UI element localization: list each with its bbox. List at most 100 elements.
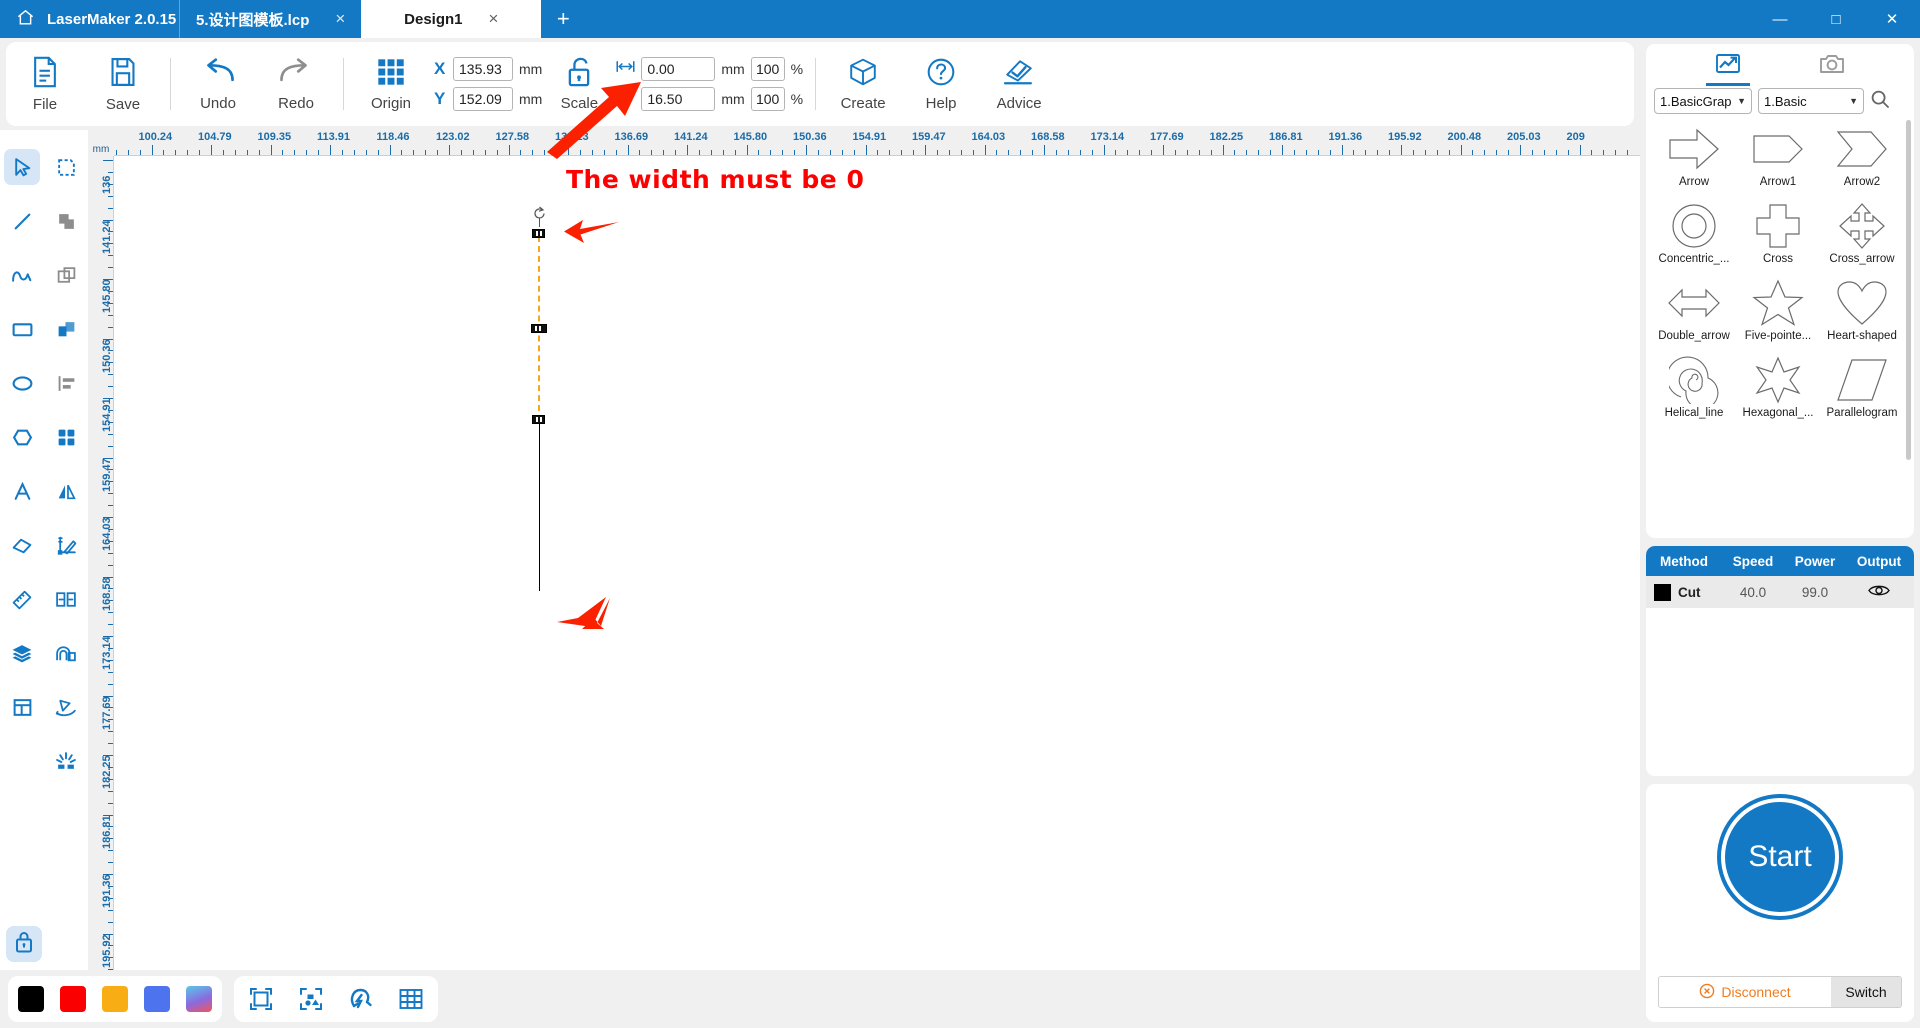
rotate-handle-icon[interactable] <box>532 206 547 221</box>
width-input[interactable]: 0.00 <box>641 57 716 81</box>
grid-icon[interactable] <box>394 982 428 1016</box>
shape-item[interactable]: Cross <box>1736 199 1820 276</box>
chevron-down-icon: ▼ <box>1737 96 1746 106</box>
tab-design-template[interactable]: 5.设计图模板.lcp × <box>180 0 361 38</box>
category-dropdown[interactable]: 1.BasicGrap ▼ <box>1654 88 1752 114</box>
bottom-handle[interactable] <box>532 415 545 424</box>
select-tool[interactable] <box>0 140 44 194</box>
intersect-tool[interactable] <box>44 302 88 356</box>
width-unit-label: mm <box>721 61 745 77</box>
origin-button[interactable]: Origin <box>352 44 430 124</box>
shape-item[interactable]: Helical_line <box>1652 353 1736 430</box>
distribute-tool[interactable] <box>44 572 88 626</box>
subtract-tool[interactable] <box>44 248 88 302</box>
shape-item[interactable]: Arrow1 <box>1736 122 1820 199</box>
horizontal-ruler[interactable]: 95.68100.24104.79109.35113.91118.46123.0… <box>88 130 1640 156</box>
switch-button[interactable]: Switch <box>1831 977 1901 1007</box>
x-coordinate-input[interactable]: 135.93 <box>453 57 513 81</box>
ruler-tick <box>103 457 113 459</box>
line-tool[interactable] <box>0 194 44 248</box>
subcategory-dropdown[interactable]: 1.Basic ▼ <box>1758 88 1864 114</box>
y-coordinate-input[interactable]: 152.09 <box>453 87 513 111</box>
shape-item[interactable]: Hexagonal_... <box>1736 353 1820 430</box>
shape-item[interactable]: Concentric_... <box>1652 199 1736 276</box>
new-tab-button[interactable]: + <box>541 0 585 38</box>
color-red[interactable] <box>60 986 86 1012</box>
shape-item[interactable]: Heart-shaped <box>1820 276 1904 353</box>
color-black[interactable] <box>18 986 44 1012</box>
close-icon[interactable]: × <box>335 9 345 29</box>
offset-tool[interactable] <box>44 626 88 680</box>
disconnect-label: Disconnect <box>1721 984 1791 1000</box>
vertical-ruler[interactable]: 136 141.24 145.80 150.36 154.91 159.47 164.03 1… <box>88 156 114 970</box>
tab-design1[interactable]: Design1 × <box>361 0 542 38</box>
intersect-shapes-icon <box>48 311 84 347</box>
width-percent-input[interactable]: 100 <box>750 57 785 81</box>
save-button[interactable]: Save <box>84 44 162 124</box>
power-cell[interactable]: 99.0 <box>1784 585 1846 600</box>
middle-handle[interactable] <box>531 324 547 333</box>
align-tool[interactable] <box>44 356 88 410</box>
height-input[interactable]: 16.50 <box>641 87 716 111</box>
file-button[interactable]: File <box>6 44 84 124</box>
layers-tool[interactable] <box>0 626 44 680</box>
minimize-icon[interactable]: — <box>1752 0 1808 38</box>
curve-tool[interactable] <box>0 248 44 302</box>
rectangle-tool[interactable] <box>0 302 44 356</box>
text-tool[interactable] <box>0 464 44 518</box>
advice-button[interactable]: Advice <box>980 44 1058 124</box>
union-tool[interactable] <box>44 194 88 248</box>
shape-item[interactable]: Arrow2 <box>1820 122 1904 199</box>
maximize-icon[interactable]: □ <box>1808 0 1864 38</box>
ruler-tick <box>1579 145 1581 155</box>
app-home-button[interactable]: LaserMaker 2.0.15 <box>0 0 180 38</box>
selection-frame-icon[interactable] <box>244 982 278 1016</box>
height-percent-input[interactable]: 100 <box>750 87 785 111</box>
undo-button[interactable]: Undo <box>179 44 257 124</box>
create-button[interactable]: Create <box>824 44 902 124</box>
redo-label: Redo <box>278 94 314 112</box>
table-row[interactable]: Cut 40.0 99.0 <box>1646 576 1914 608</box>
frame-tool[interactable] <box>0 680 44 734</box>
measure-draw-tool[interactable] <box>44 518 88 572</box>
magnet-icon[interactable] <box>344 982 378 1016</box>
array-tool[interactable] <box>44 410 88 464</box>
ellipse-tool[interactable] <box>0 356 44 410</box>
disconnect-button[interactable]: Disconnect <box>1659 977 1831 1007</box>
shape-item[interactable]: Parallelogram <box>1820 353 1904 430</box>
eye-icon[interactable] <box>1868 585 1890 601</box>
mirror-tool[interactable] <box>44 464 88 518</box>
lock-canvas-button[interactable] <box>6 926 42 962</box>
color-gradient[interactable] <box>186 986 212 1012</box>
close-window-icon[interactable]: ✕ <box>1864 0 1920 38</box>
help-button[interactable]: Help <box>902 44 980 124</box>
search-icon[interactable] <box>1870 89 1890 114</box>
select-objects-icon[interactable] <box>294 982 328 1016</box>
layer-color-swatch[interactable] <box>1654 583 1671 601</box>
shape-panel-scrollbar[interactable] <box>1906 120 1911 460</box>
shape-item[interactable]: Cross_arrow <box>1820 199 1904 276</box>
speed-cell[interactable]: 40.0 <box>1722 585 1784 600</box>
title-bar: LaserMaker 2.0.15 5.设计图模板.lcp × Design1 … <box>0 0 1920 38</box>
close-icon[interactable]: × <box>489 9 499 29</box>
concentric-circles-shape-icon <box>1669 199 1719 253</box>
shape-library-tab[interactable] <box>1698 46 1758 86</box>
perspective-tool[interactable] <box>44 680 88 734</box>
design-canvas[interactable]: The width must be 0 <box>114 156 1640 970</box>
color-orange[interactable] <box>102 986 128 1012</box>
explode-tool[interactable] <box>44 734 88 788</box>
shape-item[interactable]: Double_arrow <box>1652 276 1736 353</box>
output-cell[interactable] <box>1846 583 1912 601</box>
shape-item[interactable]: Arrow <box>1652 122 1736 199</box>
node-edit-tool[interactable] <box>44 140 88 194</box>
redo-button[interactable]: Redo <box>257 44 335 124</box>
method-cell[interactable]: Cut <box>1646 583 1722 601</box>
camera-tab[interactable] <box>1802 46 1862 86</box>
eraser-tool[interactable] <box>0 518 44 572</box>
top-handle[interactable] <box>532 229 545 238</box>
shape-item[interactable]: Five-pointe... <box>1736 276 1820 353</box>
start-button[interactable]: Start <box>1721 798 1839 916</box>
color-blue[interactable] <box>144 986 170 1012</box>
polygon-tool[interactable] <box>0 410 44 464</box>
ruler-tool[interactable] <box>0 572 44 626</box>
